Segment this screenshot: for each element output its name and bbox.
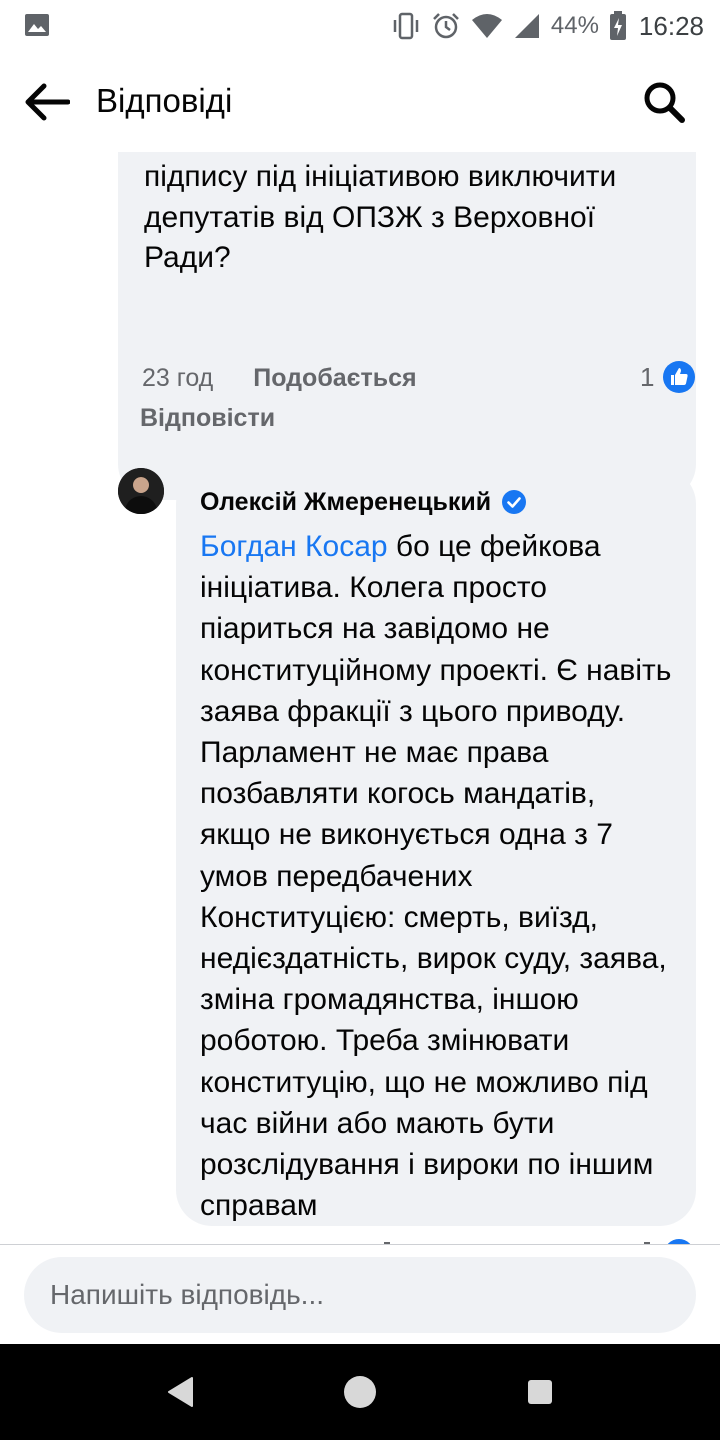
author-row: Олексій Жмеренецький [200,484,672,520]
nav-back-icon[interactable] [166,1376,194,1408]
vibrate-icon [393,12,419,40]
arrow-left-icon[interactable] [24,82,70,122]
page-title: Відповіді [96,82,233,119]
avatar[interactable] [118,468,164,514]
like-button[interactable]: Подобається [253,364,416,393]
header: Відповіді [0,52,720,152]
author-name[interactable]: Олексій Жмеренецький [200,488,491,517]
comment-bubble: підтримуєте. Україну чи її зрадників. Чо… [118,152,696,500]
nav-recents-icon[interactable] [528,1380,552,1404]
status-bar: 44% 16:28 [0,0,720,52]
nav-home-icon[interactable] [344,1376,376,1408]
verified-badge-icon [502,490,527,514]
search-icon[interactable] [642,80,686,124]
comment-text: підтримуєте. Україну чи її зрадників. Чо… [144,152,617,274]
reaction-summary[interactable]: 1 [640,360,696,394]
wifi-icon [471,14,502,38]
reply-text: Богдан Косар бо це фейкова ініціатива. К… [200,526,672,1226]
reply-bubble: Олексій Жмеренецький Богдан Косар бо це … [176,468,696,1226]
signal-icon [514,14,539,38]
next-reply-peek [0,1234,720,1244]
reply-input[interactable] [24,1257,696,1333]
reply-body: бо це фейкова ініціатива. Колега просто … [200,530,672,1223]
mention-link[interactable]: Богдан Косар [200,530,388,563]
reply-button[interactable]: Відповісти [140,404,275,433]
comment-time: 23 год [142,364,214,392]
reaction-count: 1 [640,361,655,392]
battery-percent: 44% [550,12,599,39]
system-navigation-bar [0,1344,720,1440]
reply-composer [0,1244,720,1344]
clock: 16:28 [638,10,704,41]
alarm-icon [432,13,459,39]
comment-actions: 23 год Подобається [142,364,417,393]
gallery-icon [25,14,49,36]
battery-charging-icon [609,11,626,40]
replies-thread[interactable]: підтримуєте. Україну чи її зрадників. Чо… [0,152,720,1244]
like-reaction-icon [663,361,696,393]
